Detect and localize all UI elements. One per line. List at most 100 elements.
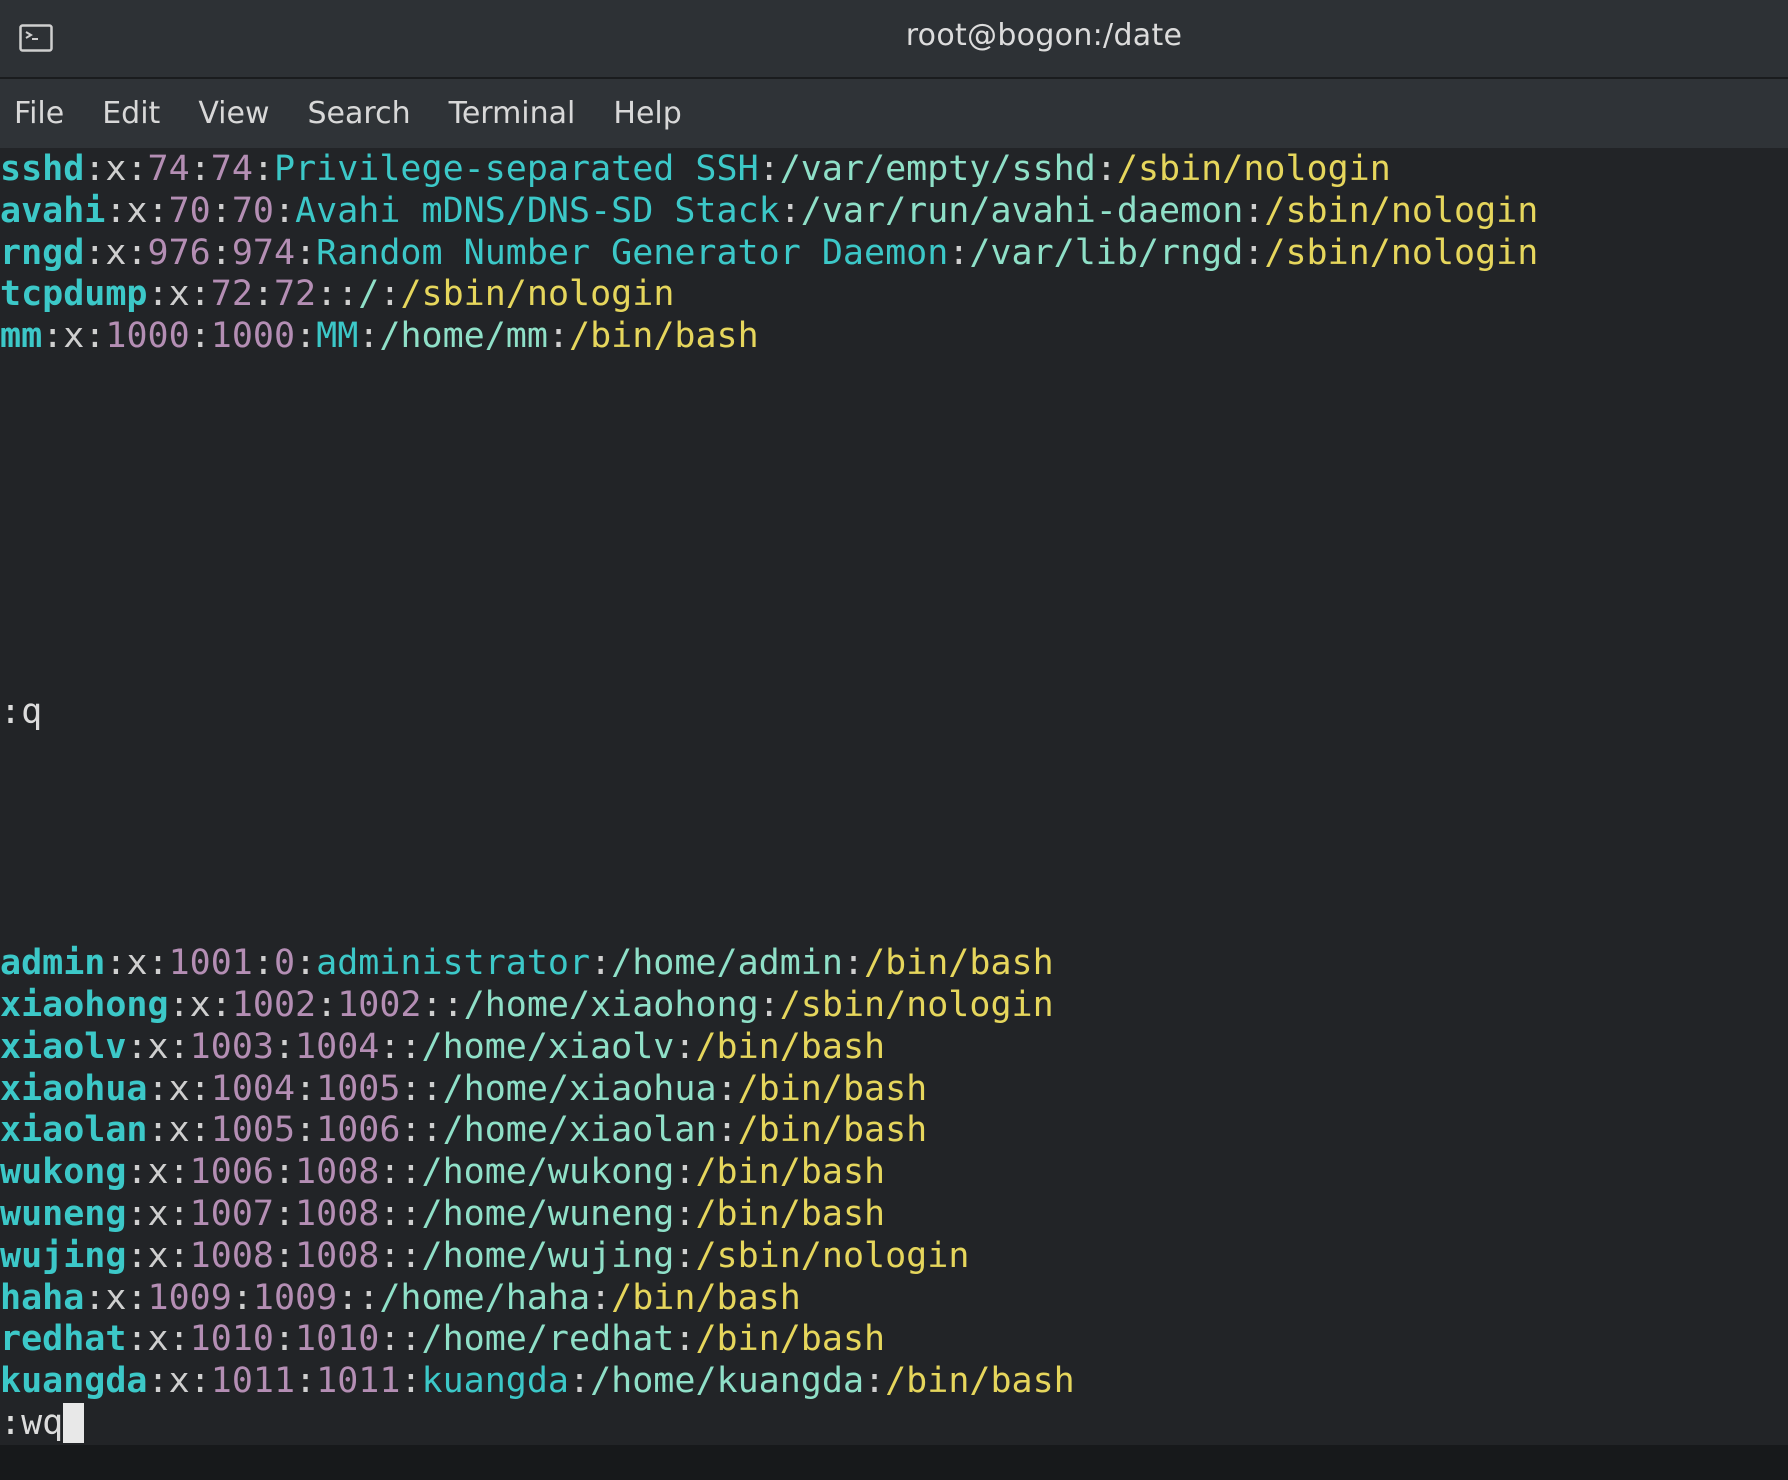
field-separator: : <box>168 1194 190 1234</box>
entry-uid: 74 <box>147 149 190 189</box>
passwd-entry: rngd:x:976:974:Random Number Generator D… <box>0 232 1538 274</box>
entry-home: /home/haha <box>379 1277 591 1318</box>
passwd-entry: redhat:x:1010:1010::/home/redhat:/bin/ba… <box>0 1318 885 1360</box>
passwd-entry: xiaohong:x:1002:1002::/home/xiaohong:/sb… <box>0 984 1054 1026</box>
menu-edit[interactable]: Edit <box>83 79 179 148</box>
field-separator: : <box>379 1026 401 1067</box>
field-separator: : <box>400 1152 422 1193</box>
command-line[interactable]: :wq <box>0 1402 85 1444</box>
window-titlebar[interactable]: root@bogon:/date <box>0 0 1788 79</box>
field-separator: : <box>379 1319 401 1360</box>
menu-file[interactable]: File <box>0 79 83 148</box>
menu-view[interactable]: View <box>179 79 288 148</box>
field-separator: : <box>674 1194 696 1234</box>
field-separator: : <box>105 190 127 231</box>
field-separator: : <box>400 1068 422 1109</box>
field-separator: : <box>210 232 232 273</box>
text-cursor <box>63 1403 85 1443</box>
entry-shell: /sbin/nologin <box>1116 149 1391 189</box>
command-line-text: :wq <box>0 1403 64 1443</box>
field-separator: : <box>442 985 464 1025</box>
field-separator: : <box>864 1361 886 1402</box>
field-separator: : <box>758 985 780 1025</box>
menu-bar: File Edit View Search Terminal Help <box>0 79 1788 148</box>
field-separator: : <box>147 190 169 231</box>
field-separator: : <box>295 1361 317 1402</box>
entry-uid: 1003 <box>189 1026 274 1067</box>
entry-password: x <box>105 232 127 273</box>
entry-password: x <box>168 1068 190 1109</box>
terminal-bottom-border <box>0 1445 1788 1480</box>
entry-uid: 1004 <box>210 1068 296 1109</box>
entry-home: /home/xiaolv <box>421 1026 675 1067</box>
entry-shell: /bin/bash <box>695 1194 886 1234</box>
field-separator: : <box>168 1152 190 1193</box>
entry-uid: 1002 <box>231 985 317 1025</box>
terminal-screen[interactable]: sshd:x:74:74:Privilege-separated SSH:/va… <box>0 148 1788 1445</box>
entry-password: x <box>189 985 211 1025</box>
field-separator: : <box>252 943 274 984</box>
menu-search[interactable]: Search <box>289 79 430 148</box>
menu-terminal[interactable]: Terminal <box>430 79 595 148</box>
field-separator: : <box>358 1277 380 1318</box>
entry-gid: 1011 <box>316 1361 401 1402</box>
entry-username: xiaohua <box>0 1068 148 1109</box>
field-separator: : <box>126 1152 148 1193</box>
entry-password: x <box>147 1194 169 1234</box>
entry-gid: 1008 <box>295 1194 380 1234</box>
entry-shell: /sbin/nologin <box>1264 190 1539 231</box>
entry-password: x <box>105 149 127 189</box>
field-separator: : <box>252 274 274 315</box>
entry-username: redhat <box>0 1319 127 1360</box>
field-separator: : <box>147 1110 169 1151</box>
entry-gid: 1002 <box>337 985 422 1025</box>
entry-password: x <box>168 1361 190 1402</box>
passwd-entry: xiaohua:x:1004:1005::/home/xiaohua:/bin/… <box>0 1068 927 1110</box>
entry-shell: /bin/bash <box>737 1068 928 1109</box>
field-separator: : <box>126 1319 148 1360</box>
entry-uid: 976 <box>147 232 211 273</box>
field-separator: : <box>189 1361 211 1402</box>
field-separator: : <box>379 1235 401 1276</box>
entry-home: /home/redhat <box>421 1319 675 1360</box>
field-separator: : <box>273 1319 296 1360</box>
field-separator: : <box>210 985 232 1025</box>
entry-username: rngd <box>0 232 85 273</box>
passwd-entry: wujing:x:1008:1008::/home/wujing:/sbin/n… <box>0 1235 969 1277</box>
entry-home: /home/xiaohua <box>442 1068 717 1109</box>
entry-username: haha <box>0 1277 85 1318</box>
field-separator: : <box>295 1068 317 1109</box>
field-separator: : <box>674 1026 696 1067</box>
field-separator: : <box>126 149 148 189</box>
field-separator: : <box>674 1319 696 1360</box>
entry-home: /home/xiaolan <box>442 1110 717 1151</box>
passwd-entry: sshd:x:74:74:Privilege-separated SSH:/va… <box>0 148 1391 190</box>
passwd-entry: wuneng:x:1007:1008::/home/wuneng:/bin/ba… <box>0 1193 885 1235</box>
field-separator: : <box>674 1235 696 1276</box>
field-separator: : <box>273 1152 296 1193</box>
entry-shell: /bin/bash <box>695 1152 886 1193</box>
entry-home: /home/wukong <box>421 1152 675 1193</box>
field-separator: : <box>105 943 127 984</box>
entry-password: x <box>147 1026 169 1067</box>
entry-home: / <box>358 274 380 315</box>
menu-help[interactable]: Help <box>594 79 700 148</box>
entry-gid: 1008 <box>295 1152 380 1193</box>
entry-gid: 1010 <box>295 1319 380 1360</box>
entry-gid: 974 <box>231 232 296 273</box>
field-separator: : <box>358 316 380 357</box>
entry-uid: 1008 <box>189 1235 274 1276</box>
entry-shell: /sbin/nologin <box>779 985 1054 1025</box>
field-separator: : <box>948 232 970 273</box>
entry-gid: 72 <box>273 274 317 315</box>
field-separator: : <box>273 1026 296 1067</box>
entry-gid: 0 <box>273 943 296 984</box>
entry-home: /home/xiaohong <box>463 985 759 1025</box>
field-separator: : <box>42 316 64 357</box>
passwd-entry: avahi:x:70:70:Avahi mDNS/DNS-SD Stack:/v… <box>0 190 1538 232</box>
entry-description: MM <box>316 316 359 357</box>
entry-shell: /sbin/nologin <box>1264 232 1539 273</box>
field-separator: : <box>126 232 148 273</box>
entry-home: /var/empty/sshd <box>779 149 1096 189</box>
field-separator: : <box>126 1235 148 1276</box>
